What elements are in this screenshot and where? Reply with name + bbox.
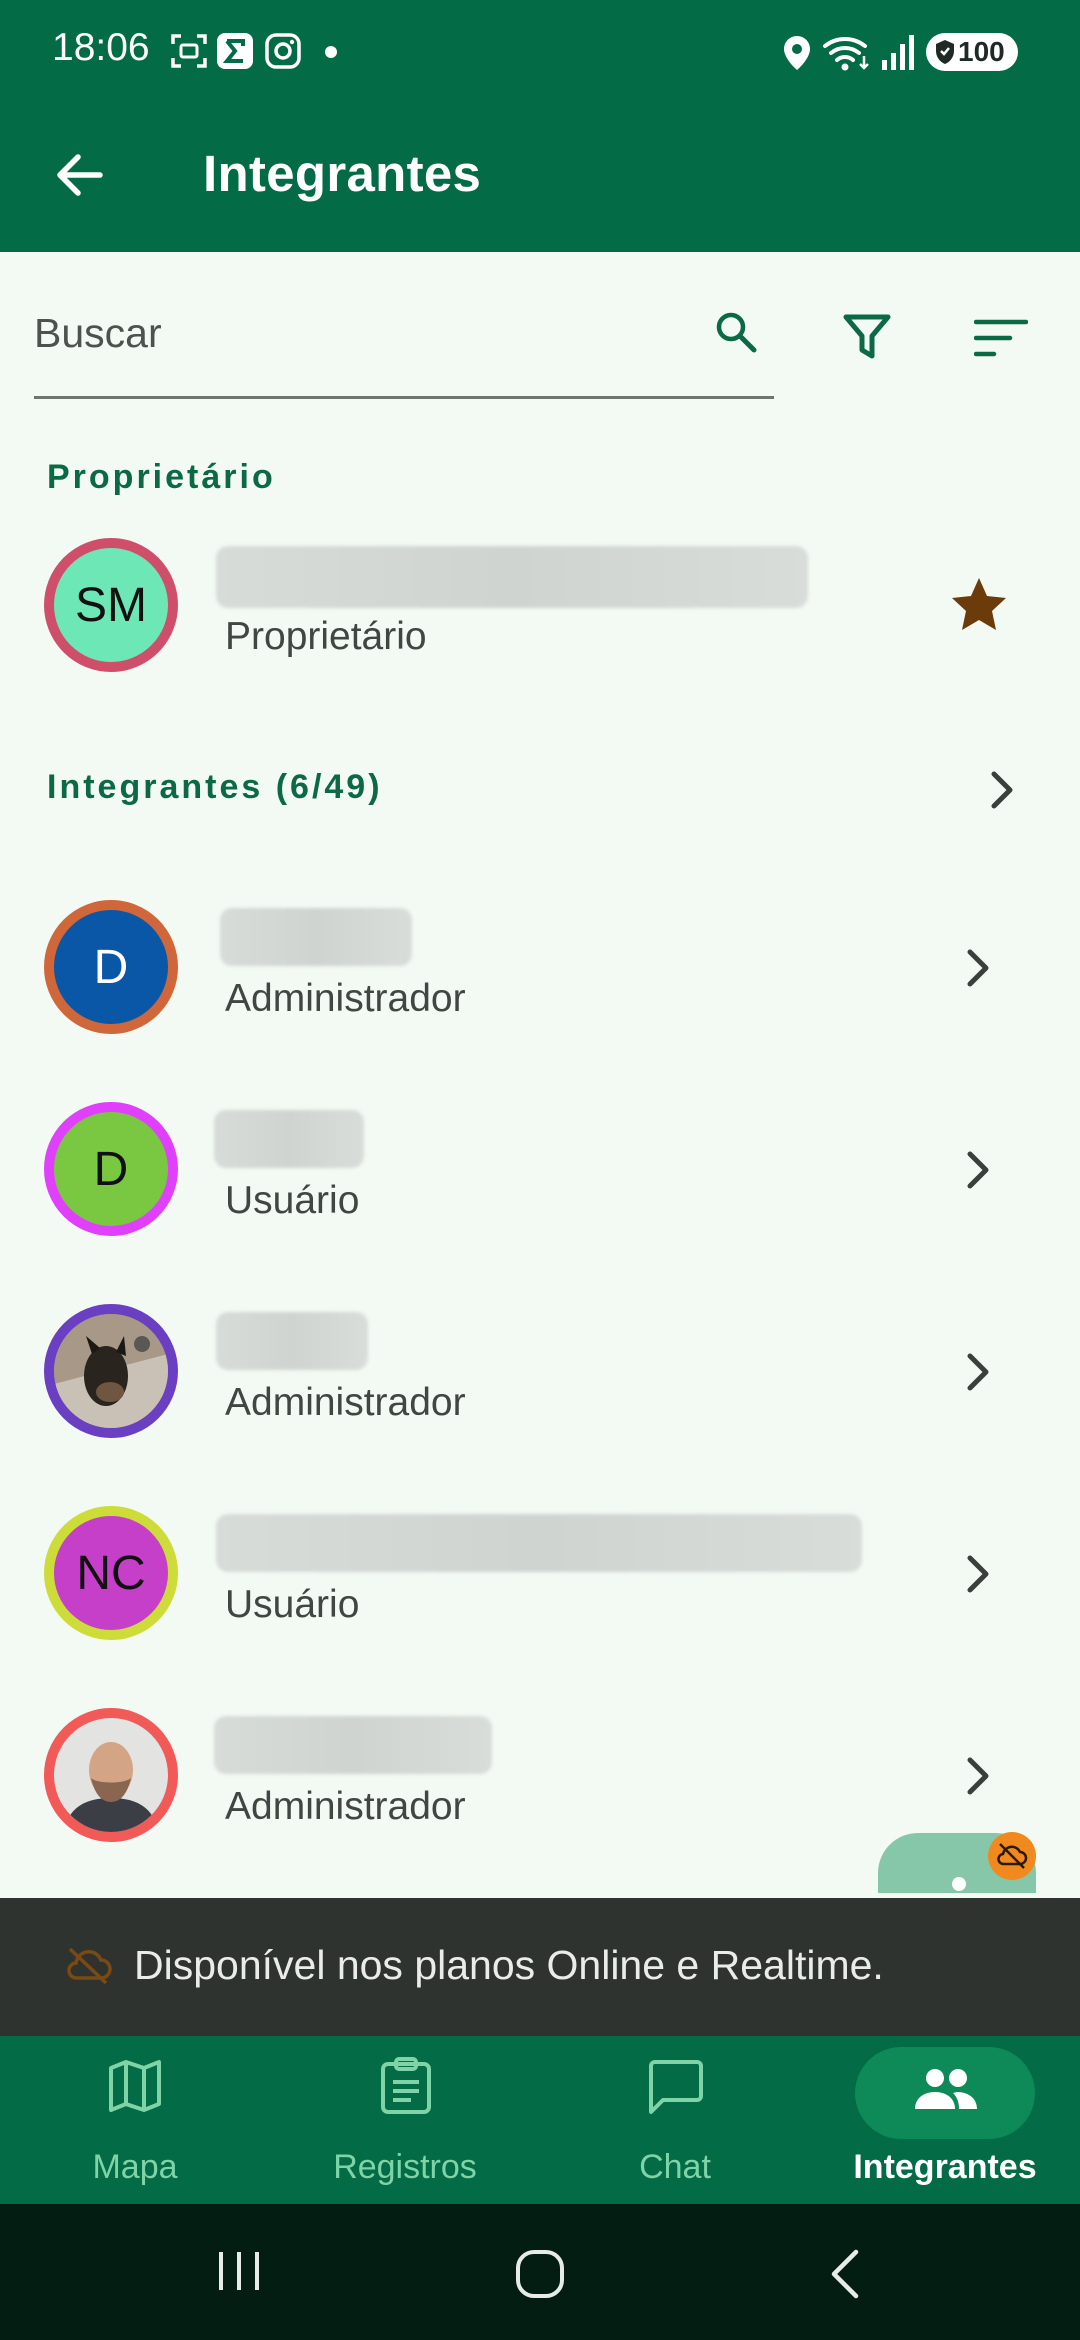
nav-item-mapa[interactable]: Mapa: [0, 2036, 270, 2204]
chevron-right-icon: [967, 1757, 989, 1795]
cloud-off-badge-icon: [988, 1832, 1036, 1880]
status-bar: 18:06 100: [0, 0, 1080, 100]
members-section-header: Integrantes (6/49): [47, 768, 383, 806]
avatar: SM: [44, 538, 178, 672]
member-name-redacted: [216, 1312, 368, 1370]
battery-level: 100: [958, 36, 1005, 67]
nav-label: Registros: [333, 2148, 477, 2186]
avatar-initials: NC: [76, 1546, 146, 1600]
snackbar-message: Disponível nos planos Online e Realtime.: [134, 1942, 884, 1988]
chevron-right-icon: [991, 771, 1013, 809]
avatar: D: [44, 900, 178, 1034]
member-name-redacted: [216, 546, 808, 608]
cloud-off-icon: [67, 1947, 112, 1985]
signal-icon: [882, 35, 914, 70]
recent-apps-icon[interactable]: [216, 2248, 262, 2294]
members-section-header-row[interactable]: Integrantes (6/49): [0, 750, 1080, 830]
fab-icon: [952, 1877, 966, 1891]
chevron-right-icon: [967, 1555, 989, 1593]
clipboard-icon: [381, 2057, 431, 2114]
search-icon[interactable]: [714, 310, 758, 354]
screenshot-icon: [171, 34, 207, 68]
status-time: 18:06: [52, 26, 150, 69]
people-icon: [915, 2069, 977, 2109]
chevron-right-icon: [967, 949, 989, 987]
search-placeholder: Buscar: [34, 310, 162, 356]
member-row[interactable]: NC Usuário: [0, 1488, 1080, 1658]
home-icon[interactable]: [514, 2248, 566, 2300]
page-title: Integrantes: [203, 145, 482, 202]
man-photo: [44, 1708, 178, 1842]
nav-item-registros[interactable]: Registros: [270, 2036, 540, 2204]
member-role: Usuário: [225, 1583, 360, 1626]
owner-row[interactable]: SM Proprietário: [0, 520, 1080, 690]
member-role: Administrador: [225, 1381, 466, 1424]
avatar: D: [44, 1102, 178, 1236]
nav-label: Integrantes: [853, 2148, 1037, 2186]
nav-item-integrantes[interactable]: Integrantes: [810, 2036, 1080, 2204]
back-icon[interactable]: [826, 2248, 862, 2300]
filter-icon[interactable]: [842, 312, 892, 362]
bottom-navigation: Mapa Registros Chat Integrantes: [0, 2036, 1080, 2204]
chat-icon: [649, 2060, 703, 2114]
owner-section-header: Proprietário: [47, 458, 276, 496]
member-row[interactable]: D Administrador: [0, 882, 1080, 1052]
star-icon: [952, 578, 1006, 630]
dot-icon: [325, 46, 337, 58]
member-name-redacted: [214, 1716, 492, 1774]
member-name-redacted: [216, 1514, 862, 1572]
avatar-initials: D: [93, 1142, 129, 1196]
instagram-icon: [265, 33, 301, 69]
sort-icon[interactable]: [974, 318, 1028, 358]
member-role: Administrador: [225, 1785, 466, 1828]
arrow-left-icon[interactable]: [52, 148, 106, 202]
wifi-icon: [823, 36, 869, 71]
system-navigation-bar: [0, 2204, 1080, 2340]
nav-item-chat[interactable]: Chat: [540, 2036, 810, 2204]
map-icon: [109, 2060, 161, 2112]
member-role: Proprietário: [225, 615, 427, 658]
search-input[interactable]: Buscar: [34, 300, 774, 399]
sigma-app-icon: [217, 33, 253, 69]
member-role: Usuário: [225, 1179, 360, 1222]
dog-photo: [44, 1304, 178, 1438]
chevron-right-icon: [967, 1151, 989, 1189]
app-bar: Integrantes: [0, 100, 1080, 252]
avatar-initials: SM: [75, 578, 147, 632]
nav-label: Chat: [639, 2148, 711, 2186]
member-role: Administrador: [225, 977, 466, 1020]
chevron-right-icon: [967, 1353, 989, 1391]
avatar: NC: [44, 1506, 178, 1640]
member-name-redacted: [220, 908, 412, 966]
snackbar: Disponível nos planos Online e Realtime.: [0, 1898, 1080, 2036]
nav-label: Mapa: [92, 2148, 178, 2186]
member-row[interactable]: Administrador: [0, 1286, 1080, 1456]
avatar-initials: D: [93, 940, 129, 994]
location-icon: [784, 36, 810, 70]
member-row[interactable]: D Usuário: [0, 1084, 1080, 1254]
member-name-redacted: [214, 1110, 364, 1168]
battery-icon: 100: [926, 33, 1018, 71]
